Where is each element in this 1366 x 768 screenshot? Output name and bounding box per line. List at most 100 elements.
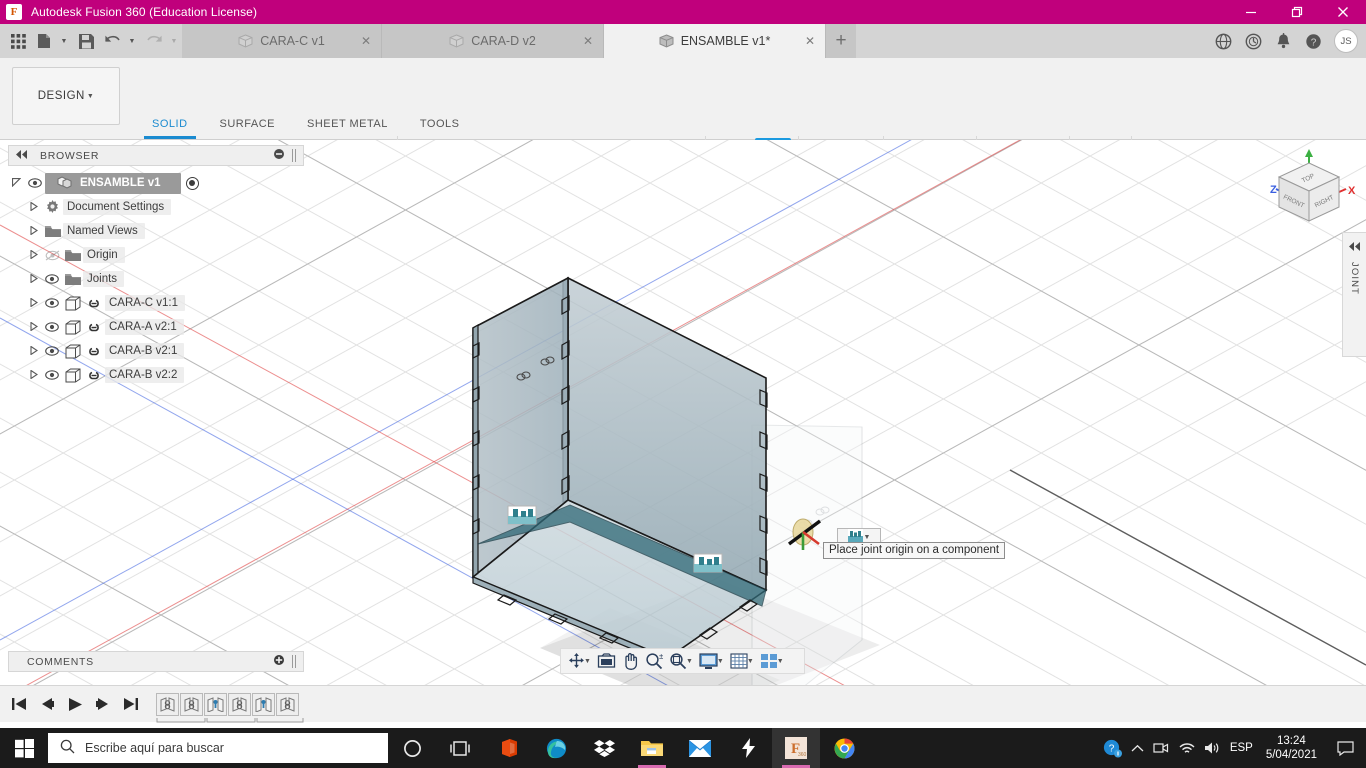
chrome-icon[interactable] xyxy=(820,728,868,768)
visibility-eye-icon[interactable] xyxy=(42,322,62,332)
activate-component-radio[interactable] xyxy=(185,176,199,190)
joint-dialog-panel[interactable]: JOINT xyxy=(1342,232,1366,357)
save-icon[interactable] xyxy=(74,26,98,56)
recent-activity-icon[interactable] xyxy=(1239,26,1267,56)
fusion360-icon[interactable]: F 360 xyxy=(772,728,820,768)
chevron-down-icon[interactable]: ▼ xyxy=(777,658,784,665)
file-explorer-icon[interactable] xyxy=(628,728,676,768)
timeline-feature-3[interactable] xyxy=(228,692,251,716)
add-comment-icon[interactable] xyxy=(273,654,285,669)
look-at-icon[interactable] xyxy=(595,650,618,672)
document-tab-0[interactable]: CARA-C v1 ✕ xyxy=(182,24,382,58)
visibility-eye-hidden-icon[interactable] xyxy=(42,250,62,261)
browser-node-origin[interactable]: Origin xyxy=(8,243,304,267)
timeline-feature-4[interactable] xyxy=(252,692,275,716)
dropbox-icon[interactable] xyxy=(580,728,628,768)
viewports-icon[interactable]: ▼ xyxy=(758,650,786,672)
expand-arrow-icon[interactable] xyxy=(25,248,42,261)
language-indicator[interactable]: ESP xyxy=(1230,742,1253,754)
notifications-bell-icon[interactable] xyxy=(1269,26,1297,56)
browser-node-ensamble[interactable]: ENSAMBLE v1 xyxy=(8,171,304,195)
visibility-eye-icon[interactable] xyxy=(42,370,62,380)
timeline-feature-2[interactable] xyxy=(204,692,227,716)
visibility-eye-icon[interactable] xyxy=(25,178,45,188)
timeline-feature-5[interactable] xyxy=(276,692,299,716)
comments-panel[interactable]: COMMENTS xyxy=(8,651,304,672)
step-forward-icon[interactable] xyxy=(90,691,116,717)
panel-options-icon[interactable] xyxy=(273,148,285,163)
pan-icon[interactable] xyxy=(620,650,641,672)
browser-node-joints[interactable]: Joints xyxy=(8,267,304,291)
browser-node-cara-c-v1-1[interactable]: CARA-C v1:1 xyxy=(8,291,304,315)
document-tab-2[interactable]: ENSAMBLE v1* ✕ xyxy=(604,24,826,58)
chevron-down-icon[interactable]: ▼ xyxy=(686,658,693,665)
new-file-icon[interactable] xyxy=(32,26,56,56)
visibility-eye-icon[interactable] xyxy=(42,298,62,308)
cortana-icon[interactable] xyxy=(388,728,436,768)
go-to-end-icon[interactable] xyxy=(118,691,144,717)
chevron-down-icon[interactable]: ▼ xyxy=(747,658,754,665)
lightning-app-icon[interactable] xyxy=(724,728,772,768)
mail-icon[interactable] xyxy=(676,728,724,768)
step-back-icon[interactable] xyxy=(34,691,60,717)
avatar[interactable]: JS xyxy=(1334,29,1358,53)
expand-arrow-icon[interactable] xyxy=(8,177,25,189)
globe-icon[interactable] xyxy=(1209,26,1237,56)
expand-arrow-icon[interactable] xyxy=(25,344,42,357)
undo-dropdown-icon[interactable]: ▼ xyxy=(126,26,140,56)
play-icon[interactable] xyxy=(62,691,88,717)
expand-arrow-icon[interactable] xyxy=(25,200,42,213)
collapse-left-icon[interactable] xyxy=(15,149,28,162)
task-view-icon[interactable] xyxy=(436,728,484,768)
office-icon[interactable] xyxy=(484,728,532,768)
expand-arrow-icon[interactable] xyxy=(25,368,42,381)
volume-icon[interactable] xyxy=(1204,741,1221,755)
timeline-feature-1[interactable] xyxy=(180,692,203,716)
camera-icon[interactable] xyxy=(1153,741,1169,755)
close-button[interactable] xyxy=(1320,0,1366,24)
wifi-icon[interactable] xyxy=(1178,741,1195,755)
browser-node-document-settings[interactable]: Document Settings xyxy=(8,195,304,219)
redo-dropdown-icon[interactable]: ▼ xyxy=(168,26,182,56)
show-hidden-icons-icon[interactable] xyxy=(1131,744,1144,753)
browser-node-cara-b-v2-1[interactable]: CARA-B v2:1 xyxy=(8,339,304,363)
visibility-eye-icon[interactable] xyxy=(42,346,62,356)
orbit-icon[interactable]: ▼ xyxy=(566,650,593,672)
panel-resize-grip[interactable] xyxy=(291,149,297,162)
fit-icon[interactable]: ▼ xyxy=(667,650,695,672)
zoom-icon[interactable]: ± xyxy=(643,650,665,672)
chevron-down-icon[interactable]: ▼ xyxy=(717,658,724,665)
view-cube[interactable]: Z X TOP FRONT RIGHT xyxy=(1260,145,1360,245)
expand-arrow-icon[interactable] xyxy=(25,224,42,237)
workspace-switcher-button[interactable]: DESIGN ▼ xyxy=(12,67,120,125)
help-icon[interactable]: ? xyxy=(1299,26,1327,56)
action-center-icon[interactable] xyxy=(1330,740,1360,756)
windows-help-icon[interactable]: ? xyxy=(1103,739,1122,758)
windows-start-icon[interactable] xyxy=(0,728,48,768)
chevron-down-icon[interactable]: ▼ xyxy=(864,534,871,541)
document-tab-1[interactable]: CARA-D v2 ✕ xyxy=(382,24,604,58)
undo-icon[interactable] xyxy=(100,26,124,56)
chevron-down-icon[interactable]: ▼ xyxy=(584,658,591,665)
browser-node-cara-b-v2-2[interactable]: CARA-B v2:2 xyxy=(8,363,304,387)
viewport-canvas[interactable]: -50 100 50 Z X TOP FRONT xyxy=(0,140,1366,685)
document-tab-close-icon[interactable]: ✕ xyxy=(583,34,593,48)
collapse-right-icon[interactable] xyxy=(1348,238,1361,256)
expand-arrow-icon[interactable] xyxy=(25,320,42,333)
document-tab-close-icon[interactable]: ✕ xyxy=(361,34,371,48)
go-to-beginning-icon[interactable] xyxy=(6,691,32,717)
new-file-dropdown-icon[interactable]: ▼ xyxy=(58,26,72,56)
visibility-eye-icon[interactable] xyxy=(42,274,62,284)
minimize-button[interactable] xyxy=(1228,0,1274,24)
maximize-button[interactable] xyxy=(1274,0,1320,24)
new-document-tab-button[interactable]: + xyxy=(826,24,856,58)
browser-node-named-views[interactable]: Named Views xyxy=(8,219,304,243)
taskbar-search-input[interactable]: Escribe aquí para buscar xyxy=(48,733,388,763)
panel-resize-grip[interactable] xyxy=(291,655,297,668)
expand-arrow-icon[interactable] xyxy=(25,296,42,309)
document-tab-close-icon[interactable]: ✕ xyxy=(805,34,815,48)
taskbar-clock[interactable]: 13:24 5/04/2021 xyxy=(1262,734,1321,762)
expand-arrow-icon[interactable] xyxy=(25,272,42,285)
display-settings-icon[interactable]: ▼ xyxy=(697,650,726,672)
edge-icon[interactable] xyxy=(532,728,580,768)
